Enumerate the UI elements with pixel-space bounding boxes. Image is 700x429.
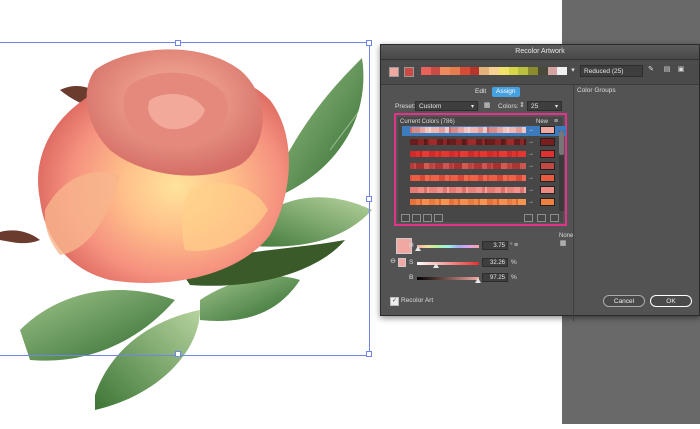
harmony-dropdown-chevron-icon[interactable]: ▾: [569, 67, 577, 75]
colors-label: Colors:: [498, 103, 519, 110]
current-color-row[interactable]: [410, 199, 526, 205]
current-color-row[interactable]: [410, 127, 526, 133]
assign-arrow-icon[interactable]: →: [528, 151, 538, 157]
color-list-scrollbar[interactable]: [559, 131, 564, 211]
preset-label: Preset:: [395, 103, 416, 110]
new-color-swatch[interactable]: [540, 162, 555, 170]
save-color-group-icon[interactable]: ▤: [663, 66, 671, 74]
link-icon[interactable]: ⊖: [389, 258, 397, 266]
selection-handle-bottom[interactable]: [175, 351, 181, 357]
harmony-swatch[interactable]: [459, 67, 470, 75]
current-color-row[interactable]: [410, 187, 526, 193]
new-color-group-icon[interactable]: ▣: [677, 66, 685, 74]
merge-colors-icon[interactable]: [401, 214, 410, 222]
saturation-value-field[interactable]: 32.26: [482, 258, 508, 267]
current-color-row[interactable]: [410, 151, 526, 157]
cancel-button[interactable]: Cancel: [603, 295, 645, 307]
current-colors-panel: Current Colors (786) New ≡ → → → → → → →: [394, 113, 567, 226]
harmony-swatch[interactable]: [508, 67, 519, 75]
recolor-artwork-dialog: Recolor Artwork ▾ Reduced (25) ✎ ▤ ▣ Edi…: [380, 44, 700, 321]
saturation-slider[interactable]: [417, 262, 479, 265]
harmony-swatch[interactable]: [450, 67, 460, 75]
randomly-change-order-icon[interactable]: [524, 214, 533, 222]
new-color-swatch[interactable]: [540, 138, 555, 146]
color-groups-panel[interactable]: [573, 85, 700, 321]
selection-bounding-box[interactable]: [0, 42, 370, 356]
assign-arrow-icon[interactable]: →: [528, 187, 538, 193]
assign-arrow-icon[interactable]: →: [528, 127, 538, 133]
small-color-swatch[interactable]: [398, 258, 406, 267]
brightness-value-field[interactable]: 97.25: [482, 273, 508, 282]
exclude-colors-icon[interactable]: [423, 214, 432, 222]
find-color-icon[interactable]: [550, 214, 559, 222]
current-color-row[interactable]: [410, 175, 526, 181]
saturation-slider-thumb[interactable]: [433, 263, 439, 268]
base-color-swatch[interactable]: [389, 67, 399, 77]
harmony-swatch[interactable]: [547, 67, 558, 75]
color-reduction-options-icon[interactable]: ▦: [483, 102, 491, 110]
harmony-swatch[interactable]: [479, 67, 490, 75]
harmony-swatch[interactable]: [489, 67, 499, 75]
assign-arrow-icon[interactable]: →: [528, 199, 538, 205]
colors-stepper-icon[interactable]: ⇕: [518, 102, 526, 110]
harmony-rule-swatch[interactable]: [404, 67, 414, 77]
harmony-swatch[interactable]: [469, 67, 480, 75]
harmony-swatch[interactable]: [528, 67, 538, 75]
selection-handle-right[interactable]: [366, 196, 372, 202]
hue-slider-thumb[interactable]: [415, 246, 421, 251]
eyedropper-icon[interactable]: ✎: [647, 66, 655, 74]
new-color-swatch[interactable]: [540, 150, 555, 158]
harmony-swatch[interactable]: [537, 67, 548, 75]
new-row-icon[interactable]: [434, 214, 443, 222]
chevron-down-icon: ▾: [470, 104, 474, 110]
harmony-swatch[interactable]: [498, 67, 509, 75]
new-color-swatch[interactable]: [540, 186, 555, 194]
brightness-slider-thumb[interactable]: [475, 278, 481, 283]
preset-dropdown[interactable]: Custom ▾: [415, 101, 478, 111]
selection-handle-bottom-right[interactable]: [366, 351, 372, 357]
selection-handle-top-right[interactable]: [366, 40, 372, 46]
harmony-swatch[interactable]: [440, 67, 451, 75]
new-color-swatch[interactable]: [540, 126, 555, 134]
harmony-toolbar: ▾ Reduced (25) ✎ ▤ ▣: [381, 60, 699, 85]
harmony-swatch[interactable]: [518, 67, 529, 75]
recolor-art-label: Recolor Art: [401, 297, 434, 304]
brightness-label: B: [409, 274, 414, 281]
new-color-swatch[interactable]: [540, 174, 555, 182]
harmony-swatch[interactable]: [421, 67, 431, 75]
recolor-art-checkbox[interactable]: ✓: [390, 297, 399, 306]
randomly-change-saturation-icon[interactable]: [537, 214, 546, 222]
list-menu-icon[interactable]: ≡: [554, 117, 558, 126]
brightness-unit: %: [511, 274, 517, 281]
color-mode-icon[interactable]: ▦: [559, 240, 567, 248]
assign-arrow-icon[interactable]: →: [528, 175, 538, 181]
saturation-label: S: [409, 259, 414, 266]
slider-options-icon[interactable]: ≡: [512, 242, 520, 250]
separate-colors-icon[interactable]: [412, 214, 421, 222]
current-color-row[interactable]: [410, 139, 526, 145]
rose-artwork[interactable]: [0, 0, 380, 424]
assign-arrow-icon[interactable]: →: [528, 139, 538, 145]
tab-assign[interactable]: Assign: [492, 87, 520, 97]
ok-button[interactable]: OK: [650, 295, 692, 307]
brightness-slider[interactable]: [417, 277, 479, 280]
chevron-down-icon: ▾: [554, 104, 558, 110]
new-color-swatch[interactable]: [540, 198, 555, 206]
hue-label: H: [409, 242, 414, 249]
colors-count-dropdown[interactable]: 25 ▾: [527, 101, 562, 111]
tab-edit[interactable]: Edit: [471, 87, 490, 97]
current-color-row[interactable]: [410, 163, 526, 169]
color-group-name-field[interactable]: Reduced (25): [580, 65, 643, 77]
hue-slider[interactable]: [417, 245, 479, 248]
hue-value-field[interactable]: 3.75: [482, 241, 508, 250]
assign-arrow-icon[interactable]: →: [528, 163, 538, 169]
harmony-swatch[interactable]: [557, 67, 568, 75]
saturation-unit: %: [511, 259, 517, 266]
dialog-title: Recolor Artwork: [381, 45, 699, 60]
selection-handle-top[interactable]: [175, 40, 181, 46]
harmony-rules-strip[interactable]: [421, 67, 568, 75]
harmony-swatch[interactable]: [430, 67, 441, 75]
